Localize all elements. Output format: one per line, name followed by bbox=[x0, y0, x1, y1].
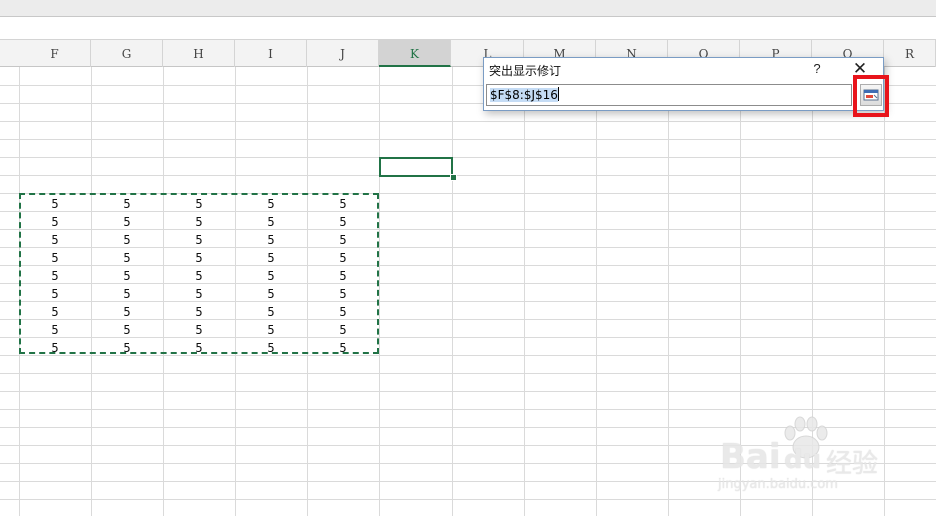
gridline-vertical bbox=[524, 67, 525, 516]
fill-handle[interactable] bbox=[450, 174, 457, 181]
watermark-brand-tail: du bbox=[784, 445, 822, 475]
column-header-f[interactable]: F bbox=[19, 39, 91, 67]
range-input[interactable]: $F$8:$J$16 bbox=[486, 84, 852, 106]
formula-area bbox=[0, 17, 936, 39]
gridline-horizontal bbox=[0, 121, 936, 122]
baidu-watermark: Bai du 经验 jingyan.baidu.com bbox=[716, 413, 896, 493]
gridline-horizontal bbox=[0, 499, 936, 500]
text-caret bbox=[557, 87, 559, 101]
highlight-changes-dialog: 突出显示修订 ? ✕ $F$8:$J$16 bbox=[483, 57, 884, 111]
watermark-url: jingyan.baidu.com bbox=[718, 477, 838, 492]
gridline-vertical bbox=[379, 67, 380, 516]
gridline-horizontal bbox=[0, 409, 936, 410]
column-header-k[interactable]: K bbox=[379, 39, 451, 67]
gridline-vertical bbox=[668, 67, 669, 516]
gridline-horizontal bbox=[0, 373, 936, 374]
annotation-highlight-box bbox=[853, 75, 889, 117]
gridline-vertical bbox=[452, 67, 453, 516]
gridline-vertical bbox=[596, 67, 597, 516]
range-input-value: $F$8:$J$16 bbox=[490, 88, 558, 102]
dialog-title: 突出显示修订 bbox=[489, 64, 562, 78]
column-header-j[interactable]: J bbox=[307, 39, 379, 67]
gridline-horizontal bbox=[0, 175, 936, 176]
watermark-cn: 经验 bbox=[826, 449, 879, 479]
toolbar-strip bbox=[0, 0, 936, 17]
gridline-horizontal bbox=[0, 139, 936, 140]
watermark-brand: Bai bbox=[720, 437, 781, 477]
column-header-i[interactable]: I bbox=[235, 39, 307, 67]
column-header-r[interactable]: R bbox=[884, 39, 936, 67]
help-button[interactable]: ? bbox=[809, 61, 825, 77]
excel-window: FGHIJKLMNOPQR 55555555555555555555555555… bbox=[0, 0, 936, 516]
column-header-h[interactable]: H bbox=[163, 39, 235, 67]
gridline-horizontal bbox=[0, 391, 936, 392]
gridline-horizontal bbox=[0, 157, 936, 158]
copy-marquee-range bbox=[19, 193, 379, 354]
column-header-g[interactable]: G bbox=[91, 39, 163, 67]
active-cell[interactable] bbox=[379, 157, 453, 177]
